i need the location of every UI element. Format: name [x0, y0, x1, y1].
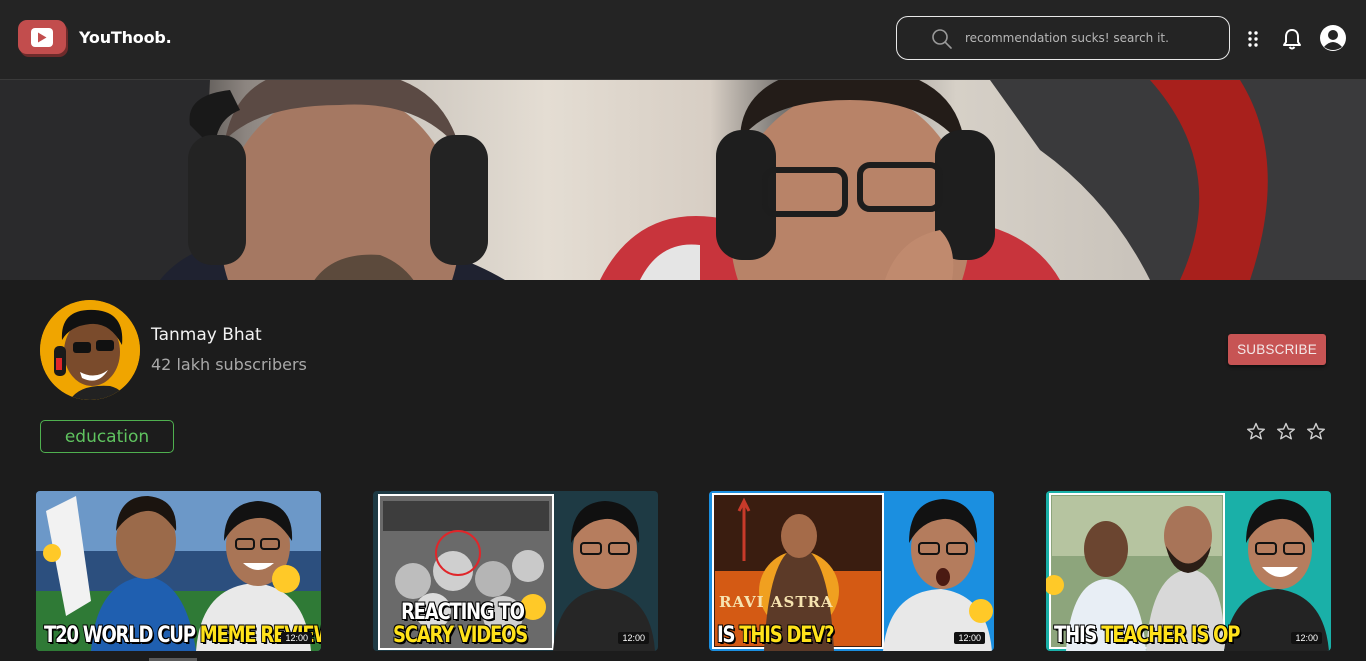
banner-photo	[0, 80, 1366, 280]
subscriber-count: 42 lakh subscribers	[151, 355, 307, 374]
video-title[interactable]: THIS TEACHER IS OP	[1054, 623, 1240, 648]
search-input[interactable]	[965, 28, 1215, 48]
video-title-highlight[interactable]: SCARY VIDEOS	[393, 623, 528, 648]
rating-stars[interactable]	[1246, 422, 1326, 445]
video-card[interactable]: T20 WORLD CUP MEME REVIEW 12:00	[36, 491, 321, 651]
video-title[interactable]: REACTING TO	[401, 600, 525, 625]
channel-avatar[interactable]	[40, 300, 140, 400]
star-icon[interactable]	[1246, 422, 1266, 445]
category-tag[interactable]: education	[40, 420, 174, 453]
user-circle-icon[interactable]	[1318, 23, 1348, 53]
search-box[interactable]	[896, 16, 1230, 60]
video-card[interactable]: RAVI ASTRA IS THIS DEV? 12:00	[709, 491, 994, 651]
search-icon[interactable]	[931, 28, 953, 54]
logo-button[interactable]	[18, 20, 66, 54]
video-card[interactable]: REACTING TO SCARY VIDEOS 12:00	[373, 491, 658, 651]
video-duration: 12:00	[281, 632, 312, 644]
subscribe-button[interactable]: SUBSCRIBE	[1228, 334, 1326, 365]
video-duration: 12:00	[618, 632, 649, 644]
video-duration: 12:00	[1291, 632, 1322, 644]
grid-dots-icon[interactable]	[1244, 28, 1262, 50]
top-navigation-bar: YouThoob.	[0, 0, 1366, 80]
app-name[interactable]: YouThoob.	[79, 28, 172, 47]
star-icon[interactable]	[1276, 422, 1296, 445]
star-icon[interactable]	[1306, 422, 1326, 445]
bell-icon[interactable]	[1280, 26, 1304, 52]
channel-name[interactable]: Tanmay Bhat	[151, 325, 262, 345]
channel-banner	[0, 80, 1366, 280]
poster-text: RAVI ASTRA	[719, 593, 834, 611]
video-duration: 12:00	[954, 632, 985, 644]
play-icon	[31, 27, 53, 47]
video-card[interactable]: THIS TEACHER IS OP 12:00	[1046, 491, 1331, 651]
video-title[interactable]: IS THIS DEV?	[717, 623, 835, 648]
video-title[interactable]: T20 WORLD CUP MEME REVIEW	[44, 623, 321, 648]
